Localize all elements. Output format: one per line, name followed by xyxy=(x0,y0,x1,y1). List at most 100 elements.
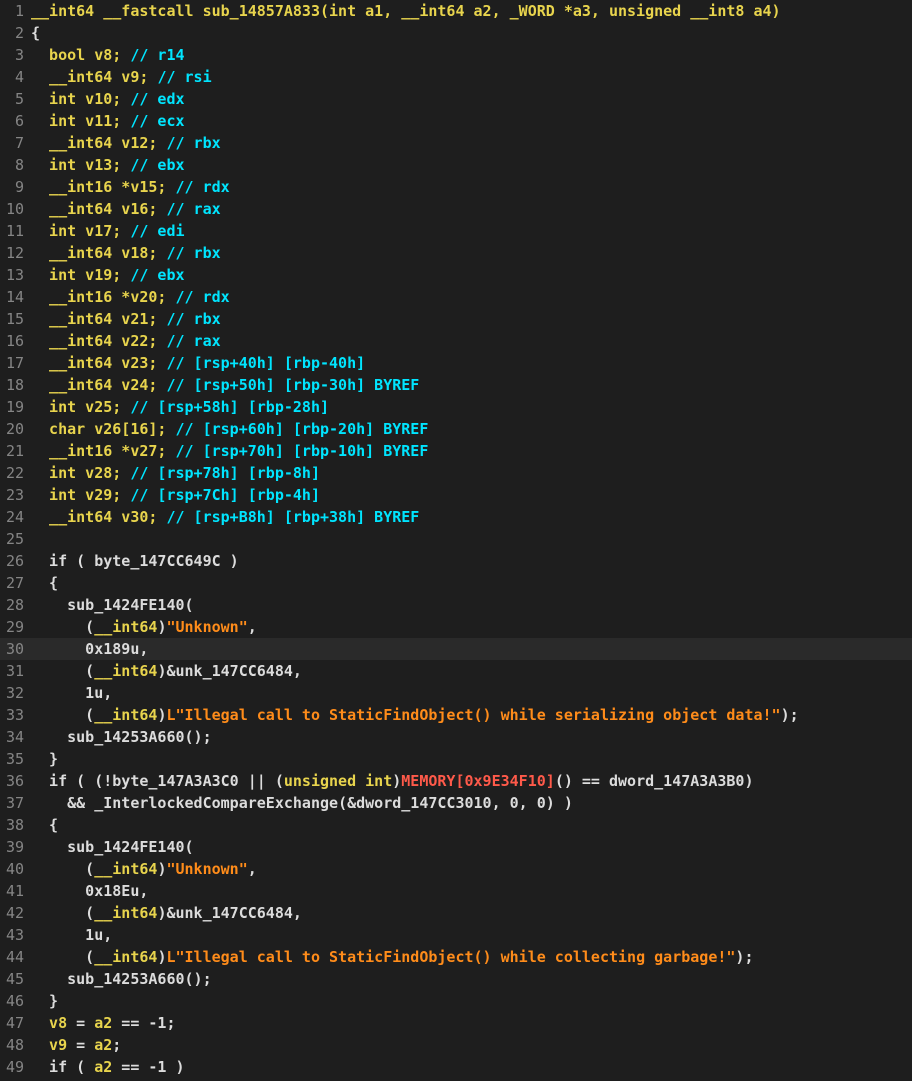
code-line[interactable]: 38 { xyxy=(0,814,912,836)
code-line[interactable]: 17 __int64 v23; // [rsp+40h] [rbp-40h] xyxy=(0,352,912,374)
code-text[interactable]: (__int64)L"Illegal call to StaticFindObj… xyxy=(31,946,753,968)
code-line[interactable]: 18 __int64 v24; // [rsp+50h] [rbp-30h] B… xyxy=(0,374,912,396)
code-text[interactable]: int v19; // ebx xyxy=(31,264,184,286)
code-line[interactable]: 46 } xyxy=(0,990,912,1012)
code-line[interactable]: 20 char v26[16]; // [rsp+60h] [rbp-20h] … xyxy=(0,418,912,440)
code-text[interactable]: 0x18Eu, xyxy=(31,880,148,902)
code-text[interactable]: int v29; // [rsp+7Ch] [rbp-4h] xyxy=(31,484,320,506)
code-line[interactable]: 22 int v28; // [rsp+78h] [rbp-8h] xyxy=(0,462,912,484)
code-line[interactable]: 21 __int16 *v27; // [rsp+70h] [rbp-10h] … xyxy=(0,440,912,462)
code-line[interactable]: 43 1u, xyxy=(0,924,912,946)
code-text[interactable]: __int64 v30; // [rsp+B8h] [rbp+38h] BYRE… xyxy=(31,506,419,528)
type-token: __int64 __fastcall sub_14857A833(int a1,… xyxy=(31,2,781,20)
code-text[interactable]: __int64 v23; // [rsp+40h] [rbp-40h] xyxy=(31,352,365,374)
code-text[interactable]: __int64 v22; // rax xyxy=(31,330,221,352)
memory-token: MEMORY[0x9E34F10] xyxy=(401,772,555,790)
code-line[interactable]: 16 __int64 v22; // rax xyxy=(0,330,912,352)
code-line[interactable]: 2{ xyxy=(0,22,912,44)
code-text[interactable]: __int64 v21; // rbx xyxy=(31,308,221,330)
code-line[interactable]: 6 int v11; // ecx xyxy=(0,110,912,132)
code-line[interactable]: 28 sub_1424FE140( xyxy=(0,594,912,616)
code-line[interactable]: 24 __int64 v30; // [rsp+B8h] [rbp+38h] B… xyxy=(0,506,912,528)
code-text[interactable]: (__int64)L"Illegal call to StaticFindObj… xyxy=(31,704,798,726)
code-text[interactable]: int v11; // ecx xyxy=(31,110,184,132)
code-line[interactable]: 8 int v13; // ebx xyxy=(0,154,912,176)
code-line[interactable]: 42 (__int64)&unk_147CC6484, xyxy=(0,902,912,924)
code-line[interactable]: 48 v9 = a2; xyxy=(0,1034,912,1056)
code-line[interactable]: 26 if ( byte_147CC649C ) xyxy=(0,550,912,572)
code-text[interactable]: int v25; // [rsp+58h] [rbp-28h] xyxy=(31,396,329,418)
code-line[interactable]: 10 __int64 v16; // rax xyxy=(0,198,912,220)
code-text[interactable]: (__int64)"Unknown", xyxy=(31,858,257,880)
code-line[interactable]: 34 sub_14253A660(); xyxy=(0,726,912,748)
code-line[interactable]: 29 (__int64)"Unknown", xyxy=(0,616,912,638)
code-line[interactable]: 27 { xyxy=(0,572,912,594)
code-text[interactable]: 0x189u, xyxy=(31,638,148,660)
code-line[interactable]: 36 if ( (!byte_147A3A3C0 || (unsigned in… xyxy=(0,770,912,792)
code-line[interactable]: 12 __int64 v18; // rbx xyxy=(0,242,912,264)
code-line[interactable]: 44 (__int64)L"Illegal call to StaticFind… xyxy=(0,946,912,968)
code-text[interactable]: v9 = a2; xyxy=(31,1034,121,1056)
code-text[interactable]: __int64 __fastcall sub_14857A833(int a1,… xyxy=(31,0,781,22)
code-line[interactable]: 25 xyxy=(0,528,912,550)
code-line[interactable]: 41 0x18Eu, xyxy=(0,880,912,902)
code-line[interactable]: 19 int v25; // [rsp+58h] [rbp-28h] xyxy=(0,396,912,418)
code-line[interactable]: 11 int v17; // edi xyxy=(0,220,912,242)
code-text[interactable]: if ( (!byte_147A3A3C0 || (unsigned int)M… xyxy=(31,770,753,792)
code-text[interactable]: __int64 v9; // rsi xyxy=(31,66,212,88)
code-text[interactable]: { xyxy=(31,572,58,594)
code-text[interactable]: __int16 *v15; // rdx xyxy=(31,176,230,198)
code-text[interactable]: 1u, xyxy=(31,682,112,704)
code-text[interactable]: } xyxy=(31,748,58,770)
code-text[interactable]: if ( a2 == -1 ) xyxy=(31,1056,184,1078)
code-line[interactable]: 33 (__int64)L"Illegal call to StaticFind… xyxy=(0,704,912,726)
code-text[interactable]: (__int64)&unk_147CC6484, xyxy=(31,902,302,924)
code-text[interactable]: sub_14253A660(); xyxy=(31,726,212,748)
code-text[interactable]: && _InterlockedCompareExchange(&dword_14… xyxy=(31,792,573,814)
code-text[interactable]: __int64 v16; // rax xyxy=(31,198,221,220)
code-text[interactable]: sub_14253A660(); xyxy=(31,968,212,990)
code-text[interactable]: int v10; // edx xyxy=(31,88,184,110)
code-text[interactable]: } xyxy=(31,990,58,1012)
code-text[interactable]: v8 = a2 == -1; xyxy=(31,1012,175,1034)
code-line[interactable]: 23 int v29; // [rsp+7Ch] [rbp-4h] xyxy=(0,484,912,506)
code-line[interactable]: 3 bool v8; // r14 xyxy=(0,44,912,66)
code-line[interactable]: 9 __int16 *v15; // rdx xyxy=(0,176,912,198)
code-text[interactable]: { xyxy=(31,22,40,44)
code-line[interactable]: 14 __int16 *v20; // rdx xyxy=(0,286,912,308)
code-text[interactable]: (__int64)&unk_147CC6484, xyxy=(31,660,302,682)
code-line[interactable]: 49 if ( a2 == -1 ) xyxy=(0,1056,912,1078)
code-line[interactable]: 45 sub_14253A660(); xyxy=(0,968,912,990)
code-text[interactable]: __int16 *v27; // [rsp+70h] [rbp-10h] BYR… xyxy=(31,440,428,462)
code-line[interactable]: 1 __int64 __fastcall sub_14857A833(int a1… xyxy=(0,0,912,22)
code-line[interactable]: 32 1u, xyxy=(0,682,912,704)
code-text[interactable]: __int64 v12; // rbx xyxy=(31,132,221,154)
code-line[interactable]: 15 __int64 v21; // rbx xyxy=(0,308,912,330)
code-text[interactable]: char v26[16]; // [rsp+60h] [rbp-20h] BYR… xyxy=(31,418,428,440)
code-line[interactable]: 13 int v19; // ebx xyxy=(0,264,912,286)
code-line[interactable]: 37 && _InterlockedCompareExchange(&dword… xyxy=(0,792,912,814)
code-text[interactable]: int v28; // [rsp+78h] [rbp-8h] xyxy=(31,462,320,484)
code-text[interactable]: int v13; // ebx xyxy=(31,154,184,176)
code-text[interactable]: (__int64)"Unknown", xyxy=(31,616,257,638)
code-line[interactable]: 35 } xyxy=(0,748,912,770)
code-line[interactable]: 39 sub_1424FE140( xyxy=(0,836,912,858)
code-text[interactable]: int v17; // edi xyxy=(31,220,184,242)
code-text[interactable]: { xyxy=(31,814,58,836)
code-line[interactable]: 30 0x189u, xyxy=(0,638,912,660)
code-text[interactable]: if ( byte_147CC649C ) xyxy=(31,550,239,572)
code-line[interactable]: 31 (__int64)&unk_147CC6484, xyxy=(0,660,912,682)
code-line[interactable]: 7 __int64 v12; // rbx xyxy=(0,132,912,154)
code-text[interactable]: 1u, xyxy=(31,924,112,946)
code-text[interactable]: __int64 v24; // [rsp+50h] [rbp-30h] BYRE… xyxy=(31,374,419,396)
code-text[interactable]: __int64 v18; // rbx xyxy=(31,242,221,264)
code-line[interactable]: 4 __int64 v9; // rsi xyxy=(0,66,912,88)
code-line[interactable]: 40 (__int64)"Unknown", xyxy=(0,858,912,880)
pseudocode-view[interactable]: 1 __int64 __fastcall sub_14857A833(int a1… xyxy=(0,0,912,1081)
code-text[interactable]: bool v8; // r14 xyxy=(31,44,184,66)
code-text[interactable]: sub_1424FE140( xyxy=(31,836,193,858)
code-line[interactable]: 47 v8 = a2 == -1; xyxy=(0,1012,912,1034)
code-line[interactable]: 5 int v10; // edx xyxy=(0,88,912,110)
code-text[interactable]: sub_1424FE140( xyxy=(31,594,193,616)
code-text[interactable]: __int16 *v20; // rdx xyxy=(31,286,230,308)
